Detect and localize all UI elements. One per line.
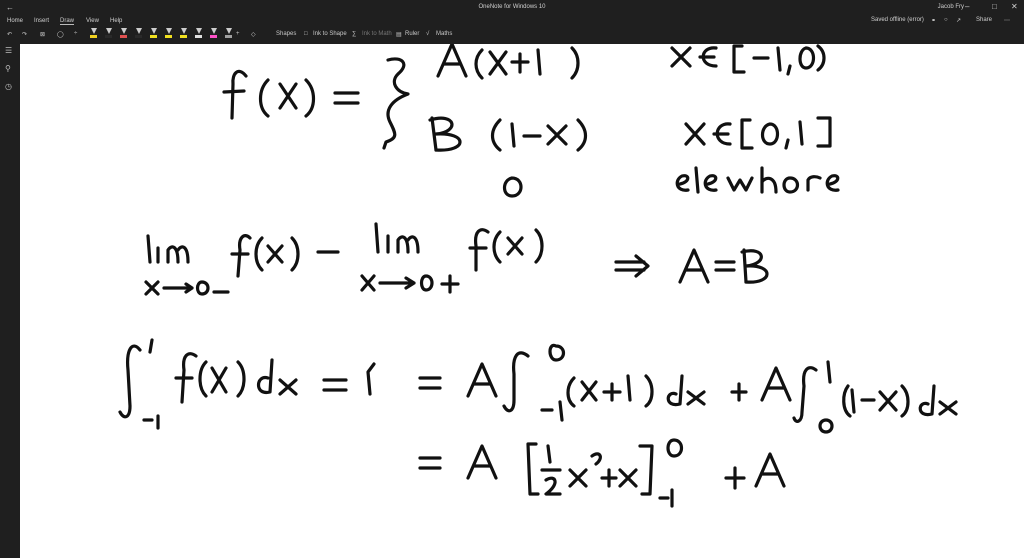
search-icon[interactable]: ⚲ — [5, 64, 14, 73]
note-canvas[interactable] — [20, 44, 1024, 558]
maths-button[interactable]: Maths — [436, 31, 452, 37]
notebooks-icon[interactable]: ☰ — [5, 46, 14, 55]
pen-3[interactable] — [135, 28, 142, 42]
ink-to-math-button[interactable]: Ink to Math — [362, 31, 392, 37]
ink-to-shape-button[interactable]: Ink to Shape — [313, 31, 347, 37]
ink-second-case — [428, 116, 832, 152]
menu-help[interactable]: Help — [110, 18, 122, 24]
ink-integral-equation — [118, 338, 958, 434]
menu-insert[interactable]: Insert — [34, 18, 49, 24]
pen-8[interactable] — [210, 28, 217, 42]
add-pen-icon[interactable]: + — [236, 31, 240, 37]
pen-5[interactable] — [165, 28, 172, 42]
pen-7[interactable] — [195, 28, 202, 42]
sync-status[interactable]: Saved offline (error) — [871, 17, 924, 23]
menu-home[interactable]: Home — [7, 18, 23, 24]
ruler-button[interactable]: Ruler — [405, 31, 419, 37]
pen-6[interactable] — [180, 28, 187, 42]
ink-to-math-icon[interactable]: ∑ — [352, 31, 356, 37]
share-icon[interactable]: ↗ — [956, 17, 961, 24]
close-icon[interactable]: ✕ — [1011, 2, 1018, 11]
lasso-icon[interactable]: ◯ — [57, 31, 64, 38]
handwriting-ink — [118, 44, 958, 508]
more-icon[interactable]: ⋯ — [1004, 17, 1010, 24]
undo-icon[interactable]: ↶ — [7, 31, 12, 38]
ink-limit-equation — [144, 222, 769, 296]
ink-first-case — [436, 44, 826, 80]
ink-third-case — [502, 166, 840, 198]
pen-0[interactable] — [90, 28, 97, 42]
user-name[interactable]: Jacob Fry — [938, 4, 964, 10]
pen-4[interactable] — [150, 28, 157, 42]
pen-2[interactable] — [120, 28, 127, 42]
shapes-button[interactable]: Shapes — [276, 31, 296, 37]
shapes-icon[interactable]: ◇ — [251, 31, 256, 38]
minimize-icon[interactable]: – — [965, 2, 969, 11]
bell-icon[interactable]: ⚭ — [931, 17, 936, 24]
menu-view[interactable]: View — [86, 18, 99, 24]
pen-9[interactable] — [225, 28, 232, 42]
ruler-icon[interactable]: ▤ — [396, 31, 402, 38]
maximize-icon[interactable]: □ — [992, 2, 997, 11]
window-title: OneNote for Windows 10 — [478, 4, 546, 10]
menu-draw[interactable]: Draw — [60, 18, 75, 25]
share-button[interactable]: Share — [976, 17, 992, 23]
add-space-icon[interactable]: ÷ — [74, 31, 77, 37]
lasso-select-icon[interactable]: ⊠ — [40, 31, 45, 38]
ink-evaluated-equation — [418, 438, 786, 508]
maths-icon[interactable]: √ — [426, 31, 429, 37]
ink-f-of-x-definition — [222, 57, 410, 150]
lightbulb-icon[interactable]: ○ — [944, 17, 948, 23]
redo-icon[interactable]: ↷ — [22, 31, 27, 38]
recent-icon[interactable]: ◷ — [5, 82, 14, 91]
ink-to-shape-icon[interactable]: □ — [304, 31, 308, 37]
left-sidebar: ☰ ⚲ ◷ — [0, 44, 20, 558]
pen-1[interactable] — [105, 28, 112, 42]
title-bar: ← OneNote for Windows 10 Jacob Fry – □ ✕ — [0, 0, 1024, 16]
